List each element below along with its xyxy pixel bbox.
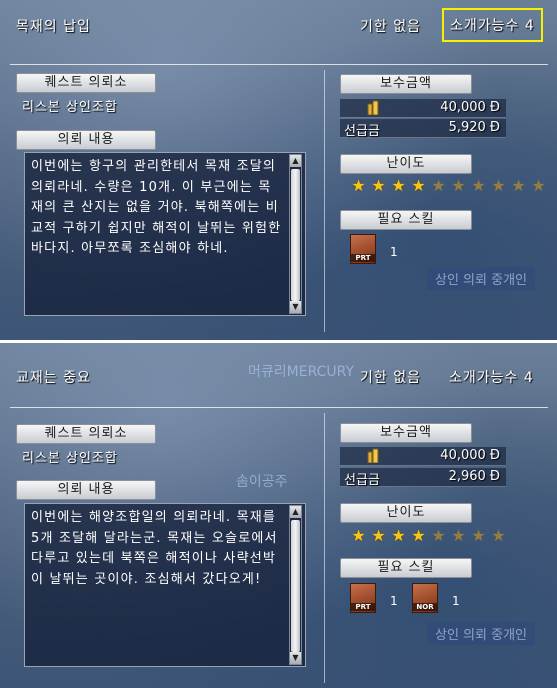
skill-code: NOR	[413, 603, 437, 611]
column-divider	[324, 413, 325, 683]
star-filled-icon: ★	[351, 176, 366, 195]
star-filled-icon: ★	[411, 176, 426, 195]
reward-value: 40,000 Ð	[440, 100, 500, 115]
coin-stack-icon	[367, 448, 379, 463]
request-tab: 의뢰 내용	[16, 130, 156, 150]
star-empty-icon: ★	[511, 176, 526, 195]
header-divider	[10, 407, 548, 408]
skill-level: 1	[390, 594, 398, 608]
advance-row: 선급금 5,920 Ð	[340, 119, 506, 139]
bg-merchant-broker-label: 상인 의뢰 중개인	[427, 267, 535, 290]
scroll-thumb[interactable]	[291, 169, 300, 301]
book-red-icon[interactable]: PRT	[350, 234, 376, 264]
star-empty-icon: ★	[431, 176, 446, 195]
scroll-up-arrow-icon[interactable]: ▲	[290, 155, 301, 167]
request-tab: 의뢰 내용	[16, 480, 156, 500]
intro-count: 소개가능수 4	[449, 370, 534, 386]
advance-label: 선급금	[344, 473, 380, 488]
star-empty-icon: ★	[471, 526, 486, 545]
reward-tab: 보수금액	[340, 74, 472, 94]
star-empty-icon: ★	[491, 526, 506, 545]
request-scrollbar[interactable]: ▲ ▼	[289, 505, 302, 665]
quest-title: 교재는 중요	[16, 370, 91, 386]
advance-row: 선급금 2,960 Ð	[340, 468, 506, 488]
star-empty-icon: ★	[451, 176, 466, 195]
skill-level: 1	[390, 245, 398, 259]
intro-count-highlighted: 소개가능수 4	[442, 8, 543, 42]
advance-label: 선급금	[344, 124, 380, 139]
scroll-up-arrow-icon[interactable]: ▲	[290, 506, 301, 518]
bg-player-name-2: 솜이공주	[236, 474, 288, 490]
star-filled-icon: ★	[411, 526, 426, 545]
book-red-icon[interactable]: PRT	[350, 583, 376, 613]
skill-level: 1	[452, 594, 460, 608]
reward-row: 40,000 Ð	[340, 99, 506, 118]
request-scrollbar[interactable]: ▲ ▼	[289, 154, 302, 314]
book-red-icon[interactable]: NOR	[412, 583, 438, 613]
request-textbox: 이번에는 항구의 관리한테서 목재 조달의 의뢰라네. 수량은 10개. 이 부…	[24, 152, 306, 316]
client-tab: 퀘스트 의뢰소	[16, 73, 156, 93]
star-empty-icon: ★	[491, 176, 506, 195]
client-name: 리스본 상인조합	[22, 451, 118, 466]
coin-stack-icon	[367, 100, 379, 115]
bg-player-name: 머큐리MERCURY	[248, 364, 355, 380]
difficulty-tab: 난이도	[340, 503, 472, 523]
bg-merchant-broker-label: 상인 의뢰 중개인	[427, 622, 535, 645]
star-filled-icon: ★	[351, 526, 366, 545]
reward-tab: 보수금액	[340, 423, 472, 443]
skills-tab: 필요 스킬	[340, 558, 472, 578]
difficulty-stars: ★ ★ ★ ★ ★ ★ ★ ★ ★ ★	[350, 177, 547, 194]
column-divider	[324, 70, 325, 332]
scroll-down-arrow-icon[interactable]: ▼	[290, 301, 301, 313]
difficulty-stars: ★ ★ ★ ★ ★ ★ ★ ★	[350, 527, 507, 544]
skill-code: PRT	[351, 254, 375, 262]
header-divider	[10, 64, 548, 65]
client-tab: 퀘스트 의뢰소	[16, 424, 156, 444]
advance-value: 5,920 Ð	[448, 120, 500, 135]
quest-panel-bottom[interactable]: 머큐리MERCURY 솜이공주 상인 의뢰 중개인 교재는 중요 기한 없음 소…	[0, 343, 557, 688]
scroll-thumb[interactable]	[291, 520, 300, 652]
star-empty-icon: ★	[531, 176, 546, 195]
star-filled-icon: ★	[371, 176, 386, 195]
star-empty-icon: ★	[471, 176, 486, 195]
star-empty-icon: ★	[431, 526, 446, 545]
star-filled-icon: ★	[371, 526, 386, 545]
reward-value: 40,000 Ð	[440, 448, 500, 463]
request-textbox: 이번에는 해양조합일의 의뢰라네. 목재를 5개 조달해 달라는군. 목재는 오…	[24, 503, 306, 667]
client-name: 리스본 상인조합	[22, 100, 118, 115]
skill-code: PRT	[351, 603, 375, 611]
quest-title: 목재의 납입	[16, 19, 91, 35]
difficulty-tab: 난이도	[340, 154, 472, 174]
deadline-text: 기한 없음	[360, 370, 421, 386]
star-empty-icon: ★	[451, 526, 466, 545]
deadline-text: 기한 없음	[360, 19, 421, 35]
quest-panel-top[interactable]: 상인 의뢰 중개인 목재의 납입 기한 없음 소개가능수 4 퀘스트 의뢰소 리…	[0, 0, 557, 340]
advance-value: 2,960 Ð	[448, 469, 500, 484]
scroll-down-arrow-icon[interactable]: ▼	[290, 652, 301, 664]
star-filled-icon: ★	[391, 526, 406, 545]
star-filled-icon: ★	[391, 176, 406, 195]
reward-row: 40,000 Ð	[340, 447, 506, 466]
skills-tab: 필요 스킬	[340, 210, 472, 230]
